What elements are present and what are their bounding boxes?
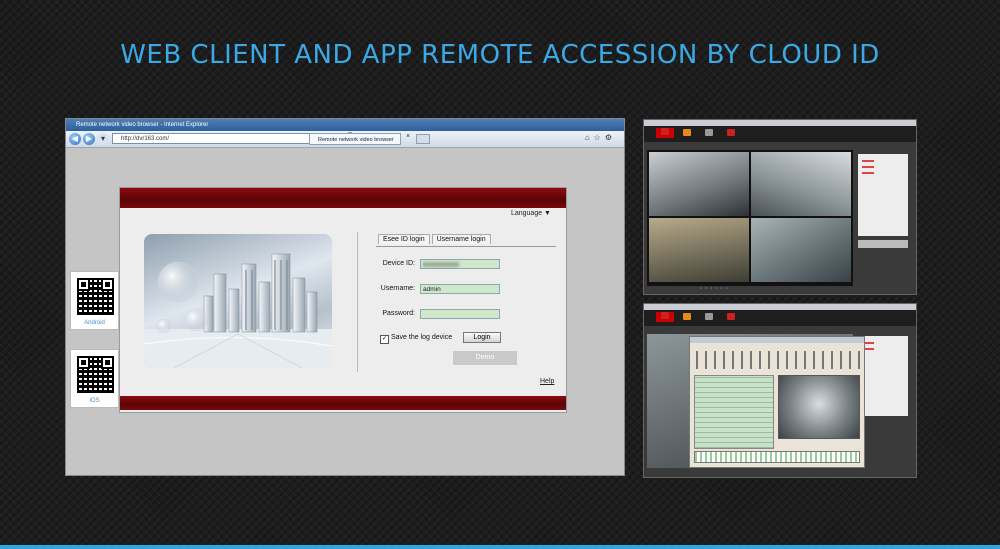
record-list[interactable] <box>694 375 774 449</box>
tab-esee-id-login[interactable]: Esee ID login <box>378 234 430 244</box>
dvr-playback-window <box>643 303 917 478</box>
tab-username-login[interactable]: Username login <box>431 234 491 244</box>
username-field[interactable]: admin <box>420 284 500 294</box>
footer-bar <box>120 396 566 410</box>
divider <box>357 232 358 372</box>
save-device-label: Save the log device <box>391 334 453 341</box>
dialog-title <box>690 337 864 343</box>
playback-icon[interactable] <box>678 129 696 136</box>
toolbar-icons[interactable]: ⌂☆⚙ <box>585 133 616 142</box>
live-view-icon[interactable] <box>656 128 674 138</box>
device-item[interactable] <box>862 160 874 162</box>
remote-playback-dialog <box>689 336 865 468</box>
city-skyline-icon <box>144 253 332 368</box>
camera-2[interactable] <box>751 152 851 216</box>
android-label: Android <box>84 320 105 326</box>
blurred-value <box>423 262 459 267</box>
browser-title: Remote network video browser - Internet … <box>66 119 624 131</box>
dropdown-icon[interactable]: ▾ <box>97 133 109 145</box>
language-select[interactable]: Language ▼ <box>511 210 551 217</box>
demo-button[interactable]: Demo <box>453 351 517 365</box>
headline: WEB CLIENT AND APP REMOTE ACCESSION BY C… <box>120 40 880 70</box>
login-button[interactable]: Login <box>463 332 501 343</box>
android-qr-card: Android <box>70 271 119 330</box>
qr-code-icon <box>77 278 114 315</box>
camera-3[interactable] <box>649 218 749 282</box>
browser-tab[interactable]: Remote network video browser <box>309 133 401 145</box>
settings-icon[interactable] <box>700 129 718 136</box>
dvr-menu <box>644 310 916 326</box>
login-tabs: Esee ID login Username login <box>378 234 491 246</box>
new-tab-button[interactable] <box>416 134 430 144</box>
search-options[interactable] <box>696 351 861 369</box>
camera-4[interactable] <box>751 218 851 282</box>
back-icon[interactable]: ◀ <box>69 133 81 145</box>
username-label: Username: <box>380 285 415 292</box>
playback-timeline[interactable] <box>694 451 860 463</box>
qr-code-icon <box>77 356 114 393</box>
live-view-icon[interactable] <box>656 312 674 322</box>
settings-icon[interactable] <box>700 313 718 320</box>
device-item[interactable] <box>862 166 874 168</box>
dvr-menu <box>644 126 916 142</box>
device-item[interactable] <box>862 172 874 174</box>
ptz-panel[interactable] <box>858 240 908 248</box>
tab-close-icon[interactable]: × <box>406 133 410 140</box>
password-label: Password: <box>382 310 415 317</box>
forward-icon[interactable]: ▶ <box>83 133 95 145</box>
header-bar <box>120 188 566 208</box>
dvr-live-view-window: ▫▫▫▫▫▫ <box>643 119 917 295</box>
device-list[interactable] <box>858 336 908 416</box>
ios-label: IOS <box>89 398 100 404</box>
bottom-accent-line <box>0 545 1000 549</box>
address-bar[interactable]: http://dvr163.com/ <box>112 133 338 144</box>
tabs-underline <box>376 246 556 247</box>
camera-1[interactable] <box>649 152 749 216</box>
help-link[interactable]: Help <box>540 378 554 385</box>
view-controls[interactable]: ▫▫▫▫▫▫ <box>700 286 731 292</box>
device-list[interactable] <box>858 154 908 236</box>
exit-icon[interactable] <box>722 313 740 320</box>
playback-video[interactable] <box>778 375 860 439</box>
device-id-field[interactable] <box>420 259 500 269</box>
exit-icon[interactable] <box>722 129 740 136</box>
password-field[interactable] <box>420 309 500 319</box>
playback-icon[interactable] <box>678 313 696 320</box>
login-panel: Language ▼ Esee ID login Username login … <box>119 187 567 413</box>
city-illustration <box>144 234 332 368</box>
browser-navbar: ◀ ▶ ▾ http://dvr163.com/ ⌕▾ ⟳ Remote net… <box>66 131 624 148</box>
device-id-label: Device ID: <box>382 260 415 267</box>
save-device-checkbox[interactable]: ✓ <box>380 335 389 344</box>
ios-qr-card: IOS <box>70 349 119 408</box>
camera-grid <box>647 150 853 286</box>
